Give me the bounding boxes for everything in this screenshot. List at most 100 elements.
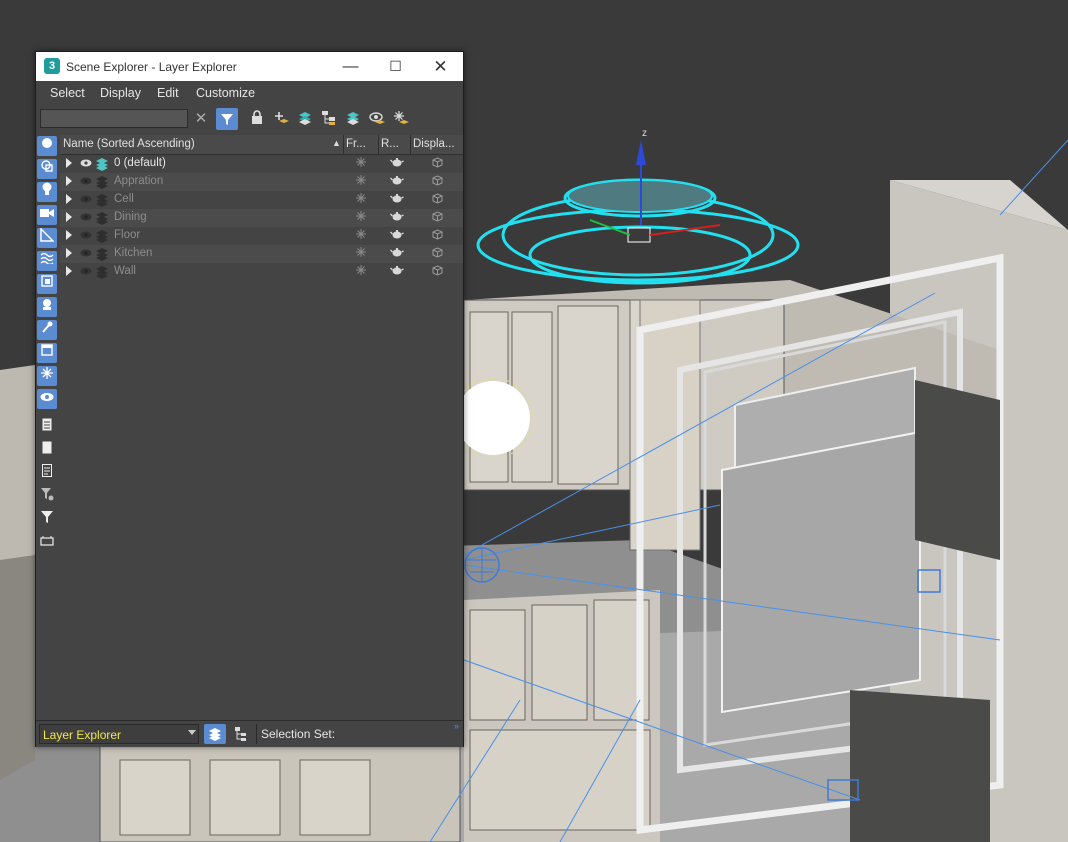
layer-row[interactable]: Floor: [60, 227, 463, 245]
list-document-icon[interactable]: [37, 464, 57, 484]
add-layer-icon[interactable]: [272, 110, 290, 128]
clear-icon[interactable]: ✕: [192, 110, 210, 128]
freeze-snowflake-icon[interactable]: [356, 193, 366, 206]
minimize-button[interactable]: —: [328, 52, 373, 81]
layer-row[interactable]: Kitchen: [60, 245, 463, 263]
filter-toggle-icon[interactable]: [216, 108, 238, 130]
renderable-teapot-icon[interactable]: [390, 265, 404, 278]
freeze-snowflake-icon[interactable]: [356, 229, 366, 242]
layer-icon: [95, 211, 109, 228]
display-box-icon[interactable]: [432, 229, 443, 243]
display-box-icon[interactable]: [432, 157, 443, 171]
freeze-snowflake-icon[interactable]: [356, 211, 366, 224]
xref-icon[interactable]: [37, 297, 57, 317]
hierarchy-icon[interactable]: [320, 110, 338, 128]
layer-name[interactable]: Dining: [114, 211, 147, 223]
display-box-icon[interactable]: [432, 265, 443, 279]
menu-customize[interactable]: Customize: [196, 86, 255, 100]
expand-arrow-icon[interactable]: [66, 266, 72, 276]
layer-row[interactable]: Cell: [60, 191, 463, 209]
freeze-snowflake-icon[interactable]: [356, 265, 366, 278]
layers-stack-icon[interactable]: [296, 110, 314, 128]
layer-name[interactable]: Kitchen: [114, 247, 152, 259]
eye-gear-icon[interactable]: [368, 110, 386, 128]
snowflake-layers-icon[interactable]: [392, 110, 410, 128]
display-box-icon[interactable]: [432, 247, 443, 261]
container-icon[interactable]: [37, 343, 57, 363]
renderable-teapot-icon[interactable]: [390, 157, 404, 170]
expand-arrow-icon[interactable]: [66, 230, 72, 240]
layer-tree[interactable]: Name (Sorted Ascending) ▲ Fr... R... Dis…: [60, 135, 463, 718]
helper-icon[interactable]: [37, 227, 57, 248]
title-bar[interactable]: 3 Scene Explorer - Layer Explorer — ☐ ✕: [36, 52, 463, 81]
maximize-button[interactable]: ☐: [373, 52, 418, 81]
column-name-header[interactable]: Name (Sorted Ascending): [63, 138, 328, 150]
frozen-icon[interactable]: [37, 366, 57, 386]
visibility-eye-icon[interactable]: [80, 194, 92, 207]
freeze-snowflake-icon[interactable]: [356, 175, 366, 188]
bone-icon[interactable]: [37, 320, 57, 340]
freeze-snowflake-icon[interactable]: [356, 157, 366, 170]
resize-grip-icon[interactable]: »: [454, 721, 459, 731]
layer-row[interactable]: Dining: [60, 209, 463, 227]
layer-icon: [95, 265, 109, 282]
layer-row[interactable]: Appration: [60, 173, 463, 191]
menu-edit[interactable]: Edit: [157, 86, 179, 100]
circle-geometry-icon[interactable]: [37, 136, 57, 156]
display-box-icon[interactable]: [432, 193, 443, 207]
visibility-eye-icon[interactable]: [80, 158, 92, 171]
layer-name[interactable]: Appration: [114, 175, 163, 187]
lock-icon[interactable]: [248, 110, 266, 128]
renderable-teapot-icon[interactable]: [390, 247, 404, 260]
display-box-icon[interactable]: [432, 211, 443, 225]
renderable-teapot-icon[interactable]: [390, 229, 404, 242]
layer-row[interactable]: Wall: [60, 263, 463, 281]
sort-by-layer-button[interactable]: [204, 724, 226, 744]
freeze-snowflake-icon[interactable]: [356, 247, 366, 260]
expand-arrow-icon[interactable]: [66, 176, 72, 186]
close-button[interactable]: ✕: [418, 52, 463, 81]
blank-document-icon[interactable]: [37, 441, 57, 461]
shapes-icon[interactable]: [37, 159, 57, 179]
filter-icon[interactable]: [37, 510, 57, 530]
container-box-icon[interactable]: [37, 533, 57, 553]
scene-explorer-window[interactable]: 3 Scene Explorer - Layer Explorer — ☐ ✕ …: [35, 51, 464, 747]
expand-arrow-icon[interactable]: [66, 248, 72, 258]
layer-name[interactable]: 0 (default): [114, 157, 166, 169]
renderable-teapot-icon[interactable]: [390, 175, 404, 188]
layer-icon: [95, 247, 109, 264]
visibility-eye-icon[interactable]: [80, 230, 92, 243]
light-bulb-icon[interactable]: [37, 182, 57, 202]
visibility-eye-icon[interactable]: [80, 248, 92, 261]
camera-icon[interactable]: [37, 205, 57, 225]
expand-arrow-icon[interactable]: [66, 212, 72, 222]
expand-arrow-icon[interactable]: [66, 158, 72, 168]
sort-by-hierarchy-button[interactable]: [231, 724, 251, 744]
display-box-icon[interactable]: [432, 175, 443, 189]
layer-name[interactable]: Cell: [114, 193, 134, 205]
app-logo-icon: 3: [44, 58, 60, 74]
layer-name[interactable]: Floor: [114, 229, 140, 241]
tree-header: Name (Sorted Ascending) ▲ Fr... R... Dis…: [60, 135, 463, 155]
explorer-dropdown[interactable]: Layer Explorer: [39, 724, 199, 744]
renderable-teapot-icon[interactable]: [390, 193, 404, 206]
eye-icon[interactable]: [37, 389, 57, 409]
layer-row[interactable]: 0 (default): [60, 155, 463, 173]
renderable-teapot-icon[interactable]: [390, 211, 404, 224]
space-warp-icon[interactable]: [37, 251, 57, 271]
filter-gear-icon[interactable]: [37, 487, 57, 507]
menu-select[interactable]: Select: [50, 86, 85, 100]
search-input[interactable]: [40, 109, 188, 128]
visibility-eye-icon[interactable]: [80, 176, 92, 189]
expand-arrow-icon[interactable]: [66, 194, 72, 204]
column-frozen-header[interactable]: Fr...: [346, 138, 378, 150]
document-icon[interactable]: [37, 418, 57, 438]
column-render-header[interactable]: R...: [381, 138, 409, 150]
column-display-header[interactable]: Displa...: [413, 138, 461, 150]
group-icon[interactable]: [37, 274, 57, 294]
menu-display[interactable]: Display: [100, 86, 141, 100]
visibility-eye-icon[interactable]: [80, 212, 92, 225]
visibility-eye-icon[interactable]: [80, 266, 92, 279]
layer-name[interactable]: Wall: [114, 265, 136, 277]
layers-teal-icon[interactable]: [344, 110, 362, 128]
